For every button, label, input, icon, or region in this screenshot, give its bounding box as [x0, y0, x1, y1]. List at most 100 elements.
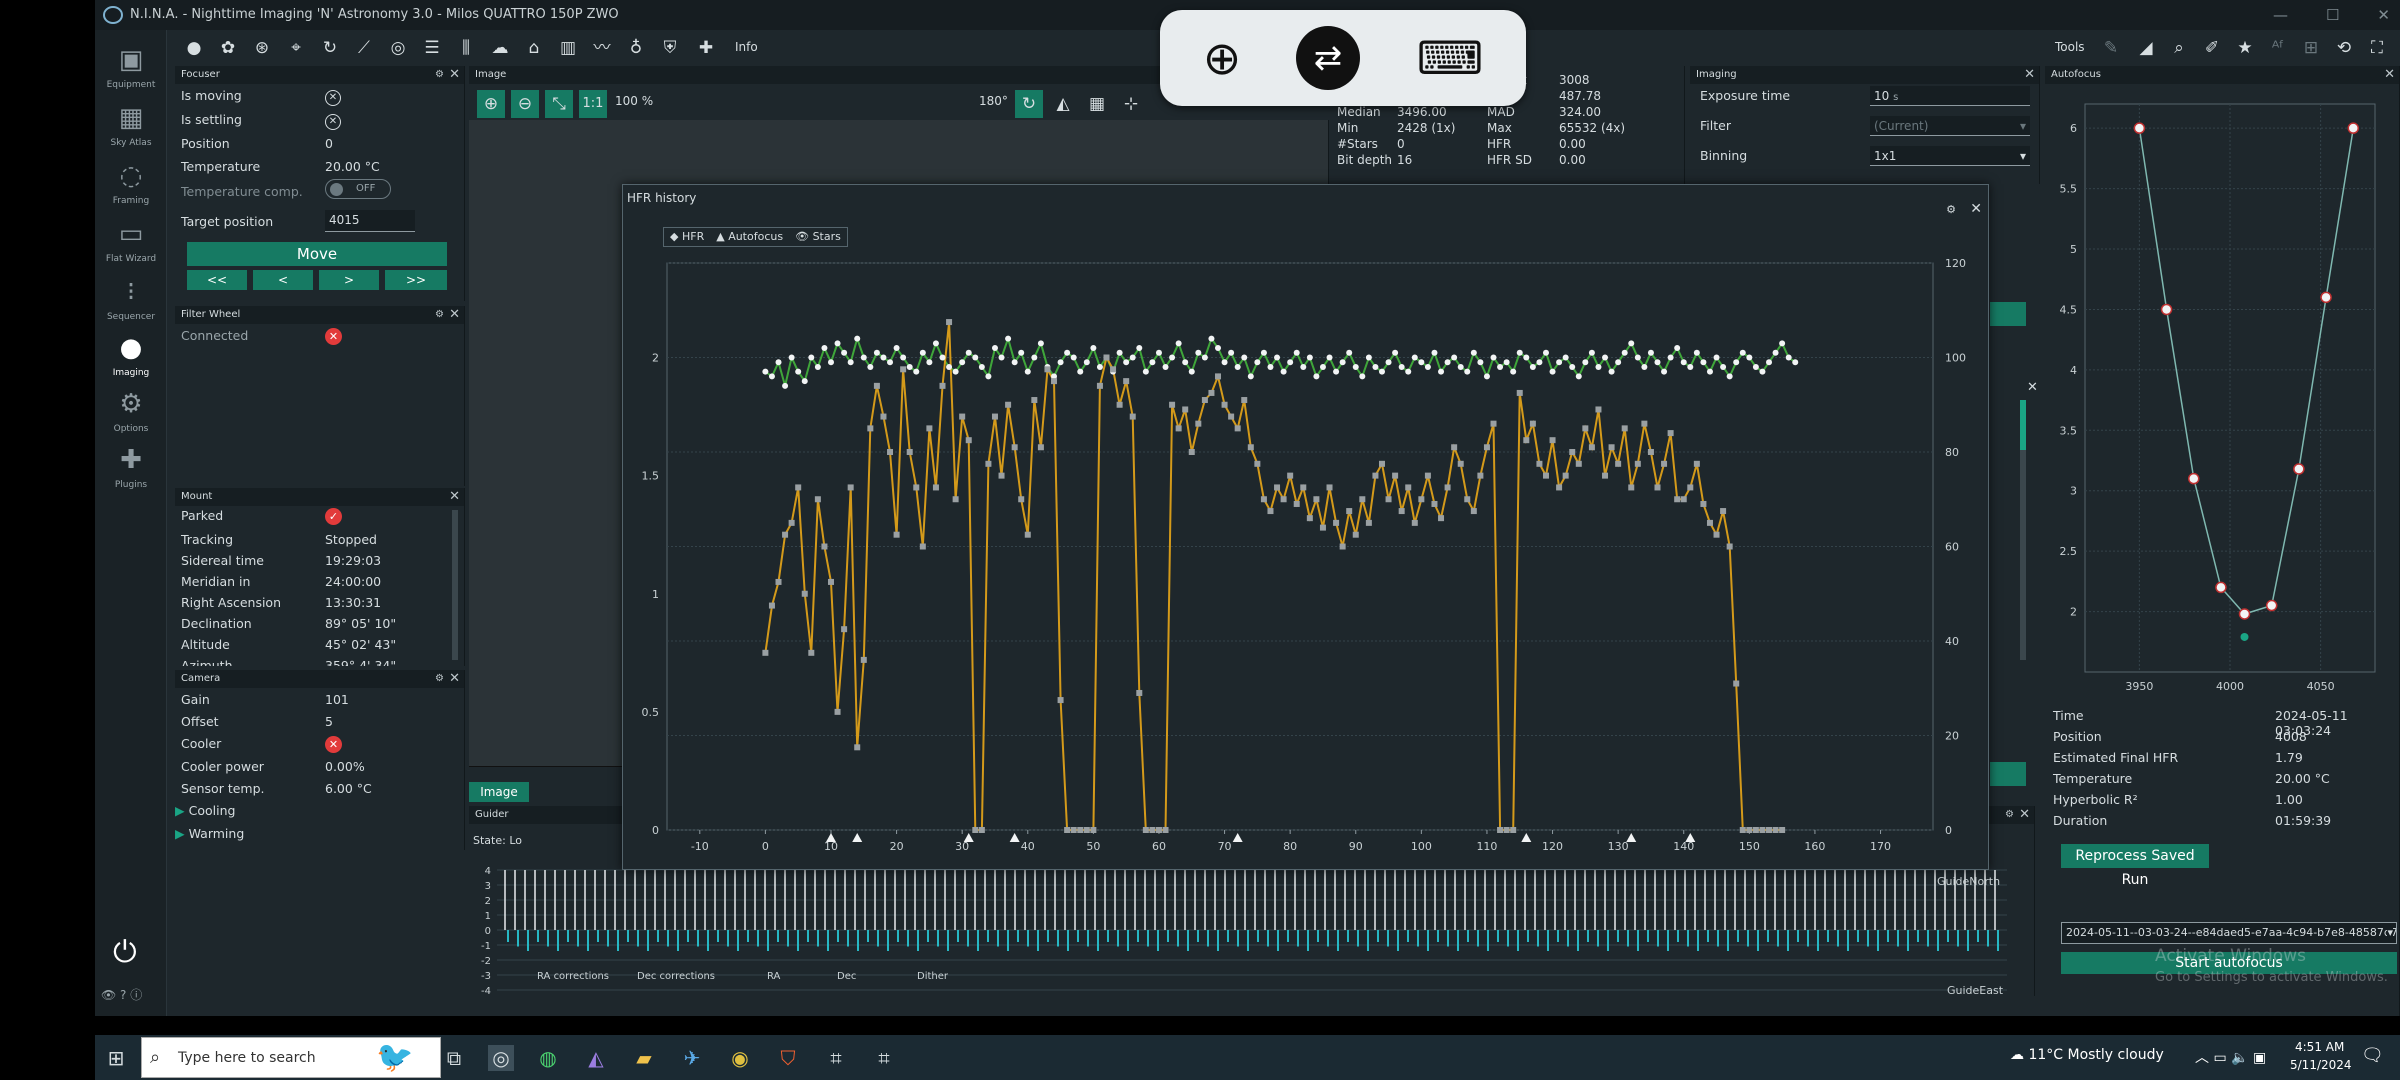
safety-icon[interactable]: ⛨ — [659, 37, 681, 59]
close-button[interactable]: ✕ — [2377, 0, 2390, 30]
task-view-icon[interactable]: ⧉ — [441, 1045, 467, 1071]
step-right-button[interactable]: > — [319, 270, 379, 290]
weather-icon[interactable]: ☁ — [489, 37, 511, 59]
framing-icon[interactable]: ⌖ — [285, 37, 307, 59]
camera-connect-icon[interactable]: ● — [183, 37, 205, 59]
cooling-expander[interactable]: ▶ Cooling — [175, 803, 465, 818]
crosshair-icon[interactable]: ⊹ — [1117, 90, 1145, 118]
fit-icon[interactable]: ⤡ — [545, 90, 573, 118]
binning-select[interactable]: 1x1 ▾ — [1870, 146, 2030, 166]
weather-widget[interactable]: ☁ 11°C Mostly cloudy — [2010, 1047, 2164, 1063]
brush-icon[interactable]: ✐ — [2201, 37, 2223, 59]
one-to-one-button[interactable]: 1:1 — [579, 90, 607, 118]
exposure-input[interactable]: 10 s — [1870, 86, 2030, 106]
saved-run-select[interactable]: 2024-05-11--03-03-24--e84daed5-e7aa-4c94… — [2061, 922, 2397, 944]
star-icon[interactable]: ★ — [2234, 37, 2256, 59]
close-icon[interactable]: ✕ — [449, 488, 460, 506]
keyboard-icon[interactable]: ⌨ — [1405, 26, 1495, 90]
graph-icon[interactable]: 〰 — [591, 37, 613, 59]
close-icon[interactable]: ✕ — [449, 670, 460, 688]
step-left-button[interactable]: < — [253, 270, 313, 290]
power-icon[interactable]: ⏻ — [113, 935, 137, 970]
app-purple-icon[interactable]: ◭ — [583, 1045, 609, 1071]
chrome-icon[interactable]: ◉ — [727, 1045, 753, 1071]
zoom-in-icon[interactable]: ⊕ — [477, 90, 505, 118]
info-tab[interactable]: Info — [735, 40, 758, 54]
sequence-button[interactable] — [1990, 762, 2026, 786]
close-icon[interactable]: ✕ — [2027, 380, 2038, 395]
hfr-point — [1451, 444, 1458, 451]
target-position-input[interactable]: 4015 — [325, 210, 415, 232]
history-icon[interactable]: ⟲ — [2333, 37, 2355, 59]
bulb-icon[interactable]: ♁ — [625, 37, 647, 59]
nav-flat-wizard[interactable]: ▭ Flat Wizard — [95, 216, 167, 264]
grid-overlay-icon[interactable]: ▦ — [1083, 90, 1111, 118]
close-icon[interactable]: ✕ — [449, 306, 460, 324]
remote-connect-icon[interactable]: ⇄ — [1296, 26, 1360, 90]
reprocess-button[interactable]: Reprocess Saved Run — [2061, 844, 2209, 888]
tab-image[interactable]: Image — [469, 782, 529, 802]
settings-icon[interactable]: ⚙ — [2005, 806, 2014, 824]
telescope-icon[interactable]: ⟋ — [353, 37, 375, 59]
app-grid-icon[interactable]: ⌗ — [823, 1045, 849, 1071]
dome-icon[interactable]: ⌂ — [523, 37, 545, 59]
rotate-icon[interactable]: ↻ — [1015, 90, 1043, 118]
brave-icon[interactable]: ⛉ — [775, 1045, 801, 1071]
rotator-icon[interactable]: ↻ — [319, 37, 341, 59]
notification-icon[interactable]: 🗨 — [2361, 1045, 2384, 1066]
file-explorer-icon[interactable]: ▰ — [631, 1045, 657, 1071]
switch-icon[interactable]: ☰ — [421, 37, 443, 59]
minimize-button[interactable]: — — [2273, 0, 2288, 30]
move-button[interactable]: Move — [187, 242, 447, 266]
maximize-button[interactable]: ☐ — [2326, 0, 2339, 30]
close-icon[interactable]: ✕ — [2384, 66, 2395, 84]
nav-framing[interactable]: ◌ Framing — [95, 158, 167, 206]
nav-plugins[interactable]: ✚ Plugins — [95, 442, 167, 490]
warming-expander[interactable]: ▶ Warming — [175, 826, 465, 841]
settings-icon[interactable]: ⚙ — [435, 670, 444, 688]
nav-sequencer[interactable]: ⁝ Sequencer — [95, 274, 167, 322]
app-grid2-icon[interactable]: ⌗ — [871, 1045, 897, 1071]
close-icon[interactable]: ✕ — [2024, 66, 2035, 84]
close-icon[interactable]: ✕ — [449, 66, 460, 84]
step-far-right-button[interactable]: >> — [385, 270, 447, 290]
plugin-icon[interactable]: ✚ — [695, 37, 717, 59]
app-blue-icon[interactable]: ✈ — [679, 1045, 705, 1071]
layout-icon[interactable]: ⛶ — [2366, 37, 2388, 59]
guider-icon[interactable]: ◎ — [387, 37, 409, 59]
hfr-history-window[interactable]: HFR history ⚙ ✕ ◆ HFR ▲ Autofocus 👁 Star… — [622, 184, 1989, 870]
af-icon[interactable]: ᴬᶠ — [2267, 37, 2289, 59]
sliders-icon[interactable]: ⫼ — [455, 37, 477, 59]
tray-icons[interactable]: ︿ ▭ 🔈 ▣ — [2195, 1047, 2266, 1067]
nav-equipment[interactable]: ▣ Equipment — [95, 42, 167, 90]
app-green-icon[interactable]: ◍ — [535, 1045, 561, 1071]
nav-sky-atlas[interactable]: ▦ Sky Atlas — [95, 100, 167, 148]
settings-icon[interactable]: ⚙ — [435, 66, 444, 84]
zoom-out-icon[interactable]: ⊖ — [511, 90, 539, 118]
close-icon[interactable]: ✕ — [2019, 806, 2030, 824]
stats-icon[interactable]: ▥ — [557, 37, 579, 59]
hfr-point — [1477, 472, 1484, 479]
mount-scrollbar[interactable] — [452, 510, 458, 660]
temp-comp-toggle[interactable]: OFF — [325, 179, 391, 199]
nina-taskbar-icon[interactable]: ◎ — [488, 1045, 514, 1071]
nav-imaging[interactable]: ● Imaging — [95, 330, 167, 378]
wrench-icon[interactable]: ✎ — [2100, 37, 2122, 59]
zoom-in-icon[interactable]: ⊕ — [1190, 26, 1254, 90]
nav-options[interactable]: ⚙ Options — [95, 386, 167, 434]
imaging-scrollbar[interactable] — [2020, 400, 2026, 660]
capture-button[interactable] — [1990, 302, 2026, 326]
filter-wheel-icon[interactable]: ✿ — [217, 37, 239, 59]
help-icons[interactable]: 👁 ? ⓘ — [101, 986, 142, 1003]
grid-icon[interactable]: ⊞ — [2300, 37, 2322, 59]
step-far-left-button[interactable]: << — [187, 270, 247, 290]
ruler-icon[interactable]: ◢ — [2135, 37, 2157, 59]
hfr-point — [998, 472, 1005, 479]
filter-select[interactable]: (Current) ▾ — [1870, 116, 2030, 136]
settings-icon[interactable]: ⚙ — [435, 306, 444, 324]
search-icon[interactable]: ⌕ — [2168, 37, 2190, 59]
focuser-icon[interactable]: ⊛ — [251, 37, 273, 59]
taskbar-search[interactable]: ⌕ Type here to search 🐦 — [141, 1037, 441, 1078]
windows-start-icon[interactable]: ⊞ — [103, 1045, 129, 1071]
flip-icon[interactable]: ◭ — [1049, 90, 1077, 118]
